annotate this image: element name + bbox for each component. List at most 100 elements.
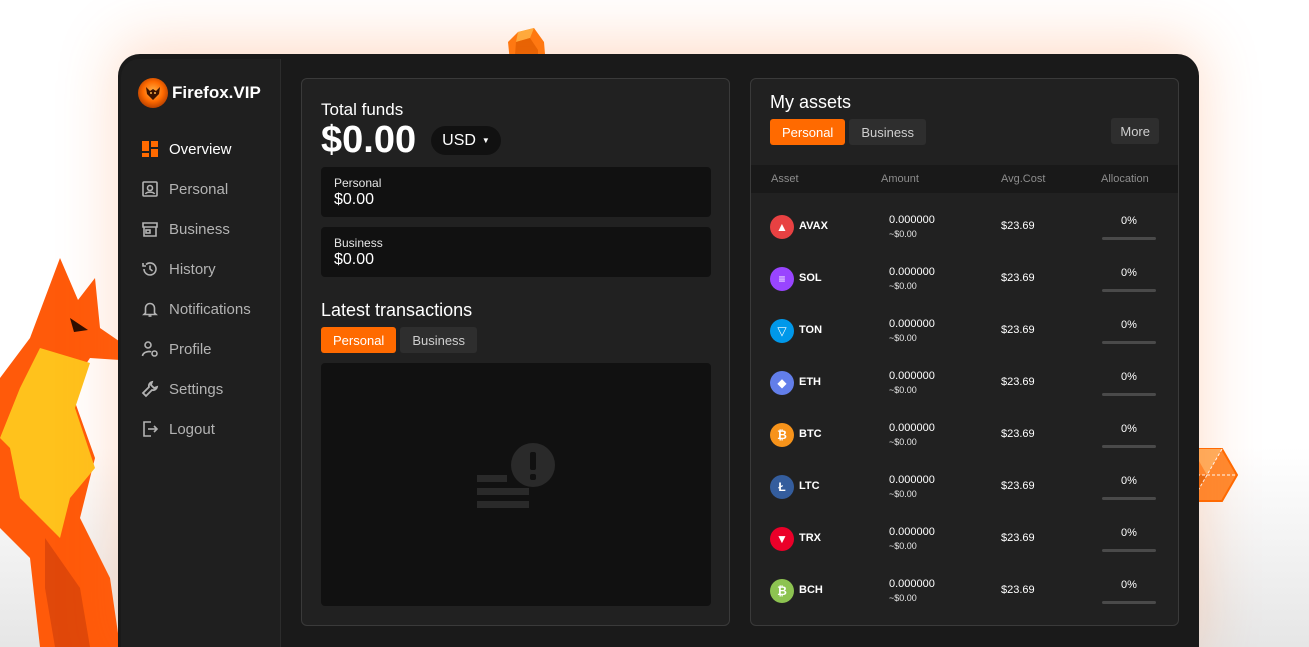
ton-icon: ▽ bbox=[770, 319, 794, 343]
sidebar: Firefox.VIP Overview Personal Business H… bbox=[121, 59, 281, 647]
table-row[interactable]: ≡ SOL 0.000000 ~$0.00 $23.69 0% bbox=[751, 253, 1178, 305]
sidebar-item-label: History bbox=[169, 260, 216, 278]
ltc-icon: Ł bbox=[770, 475, 794, 499]
eth-icon: ◆ bbox=[770, 371, 794, 395]
sidebar-item-label: Notifications bbox=[169, 300, 251, 318]
bch-icon: ₿ bbox=[770, 579, 794, 603]
asset-amount-value: 0.000000 bbox=[889, 422, 935, 434]
sol-icon: ≡ bbox=[770, 267, 794, 291]
assets-panel: My assets Personal Business More Asset A… bbox=[750, 78, 1179, 626]
asset-amount-value: 0.000000 bbox=[889, 266, 935, 278]
asset-amount-usd: ~$0.00 bbox=[889, 333, 917, 343]
user-card-icon bbox=[142, 181, 158, 197]
tab-assets-personal[interactable]: Personal bbox=[770, 119, 846, 145]
app-window: Firefox.VIP Overview Personal Business H… bbox=[118, 54, 1199, 647]
business-funds-card: Business $0.00 bbox=[321, 227, 711, 277]
asset-allocation: 0% bbox=[1121, 579, 1137, 591]
allocation-bar bbox=[1102, 497, 1156, 500]
table-row[interactable]: ₿ BTC 0.000000 ~$0.00 $23.69 0% bbox=[751, 409, 1178, 461]
allocation-bar bbox=[1102, 601, 1156, 604]
my-assets-title: My assets bbox=[770, 92, 852, 112]
profile-settings-icon bbox=[141, 341, 158, 357]
asset-amount: 0.000000 ~$0.00 bbox=[889, 525, 935, 553]
asset-amount-value: 0.000000 bbox=[889, 370, 935, 382]
brand-logo[interactable]: Firefox.VIP bbox=[138, 78, 261, 108]
logout-icon bbox=[143, 421, 159, 437]
asset-allocation: 0% bbox=[1121, 267, 1137, 279]
assets-table-header: Asset Amount Avg.Cost Allocation bbox=[751, 165, 1178, 193]
asset-amount-value: 0.000000 bbox=[889, 318, 935, 330]
latest-transactions-title: Latest transactions bbox=[321, 300, 473, 320]
asset-amount-value: 0.000000 bbox=[889, 578, 935, 590]
asset-avg-cost: $23.69 bbox=[1001, 428, 1035, 440]
empty-list-alert-icon bbox=[477, 443, 555, 508]
asset-symbol: TRX bbox=[799, 532, 821, 544]
assets-table-body: ▲ AVAX 0.000000 ~$0.00 $23.69 0% ≡ SOL 0.000000 ~… bbox=[751, 201, 1178, 617]
allocation-bar bbox=[1102, 289, 1156, 292]
asset-symbol: LTC bbox=[799, 480, 820, 492]
table-row[interactable]: ◆ ETH 0.000000 ~$0.00 $23.69 0% bbox=[751, 357, 1178, 409]
sidebar-item-label: Profile bbox=[169, 340, 212, 358]
transactions-tabs: Personal Business bbox=[321, 327, 478, 353]
asset-allocation: 0% bbox=[1121, 423, 1137, 435]
column-header-allocation: Allocation bbox=[1101, 173, 1149, 185]
sidebar-item-overview[interactable]: Overview bbox=[141, 129, 251, 169]
asset-amount: 0.000000 ~$0.00 bbox=[889, 213, 935, 241]
asset-amount: 0.000000 ~$0.00 bbox=[889, 421, 935, 449]
asset-amount-value: 0.000000 bbox=[889, 474, 935, 486]
more-button[interactable]: More bbox=[1111, 118, 1159, 144]
table-row[interactable]: ▼ TRX 0.000000 ~$0.00 $23.69 0% bbox=[751, 513, 1178, 565]
tab-assets-business[interactable]: Business bbox=[849, 119, 927, 145]
allocation-bar bbox=[1102, 445, 1156, 448]
table-row[interactable]: ₿ BCH 0.000000 ~$0.00 $23.69 0% bbox=[751, 565, 1178, 617]
sidebar-item-personal[interactable]: Personal bbox=[141, 169, 251, 209]
currency-select[interactable]: USD ▼ bbox=[431, 126, 501, 155]
asset-amount-usd: ~$0.00 bbox=[889, 385, 917, 395]
asset-amount-usd: ~$0.00 bbox=[889, 437, 917, 447]
total-funds-title: Total funds bbox=[321, 100, 404, 119]
sidebar-item-label: Overview bbox=[169, 140, 232, 158]
fox-logo-icon bbox=[138, 78, 168, 108]
sidebar-item-notifications[interactable]: Notifications bbox=[141, 289, 251, 329]
asset-avg-cost: $23.69 bbox=[1001, 532, 1035, 544]
sidebar-item-profile[interactable]: Profile bbox=[141, 329, 251, 369]
business-funds-label: Business bbox=[334, 236, 383, 250]
btc-icon: ₿ bbox=[770, 423, 794, 447]
currency-value: USD bbox=[442, 131, 476, 149]
table-row[interactable]: ▽ TON 0.000000 ~$0.00 $23.69 0% bbox=[751, 305, 1178, 357]
avax-icon: ▲ bbox=[770, 215, 794, 239]
asset-symbol: ETH bbox=[799, 376, 821, 388]
sidebar-item-history[interactable]: History bbox=[141, 249, 251, 289]
asset-symbol: TON bbox=[799, 324, 823, 336]
asset-amount: 0.000000 ~$0.00 bbox=[889, 265, 935, 293]
personal-funds-label: Personal bbox=[334, 176, 382, 190]
column-header-amount: Amount bbox=[881, 173, 919, 185]
asset-amount-value: 0.000000 bbox=[889, 214, 935, 226]
caret-down-icon: ▼ bbox=[481, 136, 490, 145]
asset-allocation: 0% bbox=[1121, 371, 1137, 383]
sidebar-item-label: Personal bbox=[169, 180, 229, 198]
sidebar-item-logout[interactable]: Logout bbox=[141, 409, 251, 449]
sidebar-nav: Overview Personal Business History Notif… bbox=[141, 129, 251, 449]
asset-amount-value: 0.000000 bbox=[889, 526, 935, 538]
sidebar-item-label: Logout bbox=[169, 420, 215, 438]
sidebar-item-settings[interactable]: Settings bbox=[141, 369, 251, 409]
asset-avg-cost: $23.69 bbox=[1001, 376, 1035, 388]
business-funds-value: $0.00 bbox=[334, 251, 375, 268]
wrench-icon bbox=[141, 380, 159, 398]
allocation-bar bbox=[1102, 393, 1156, 396]
column-header-asset: Asset bbox=[771, 173, 799, 185]
transactions-empty-state bbox=[321, 363, 711, 606]
tab-transactions-business[interactable]: Business bbox=[400, 327, 478, 353]
table-row[interactable]: Ł LTC 0.000000 ~$0.00 $23.69 0% bbox=[751, 461, 1178, 513]
asset-avg-cost: $23.69 bbox=[1001, 480, 1035, 492]
tab-transactions-personal[interactable]: Personal bbox=[321, 327, 397, 353]
asset-amount-usd: ~$0.00 bbox=[889, 489, 917, 499]
asset-amount-usd: ~$0.00 bbox=[889, 541, 917, 551]
asset-symbol: AVAX bbox=[799, 220, 828, 232]
asset-amount: 0.000000 ~$0.00 bbox=[889, 369, 935, 397]
table-row[interactable]: ▲ AVAX 0.000000 ~$0.00 $23.69 0% bbox=[751, 201, 1178, 253]
store-icon bbox=[142, 222, 158, 237]
asset-amount-usd: ~$0.00 bbox=[889, 229, 917, 239]
sidebar-item-business[interactable]: Business bbox=[141, 209, 251, 249]
